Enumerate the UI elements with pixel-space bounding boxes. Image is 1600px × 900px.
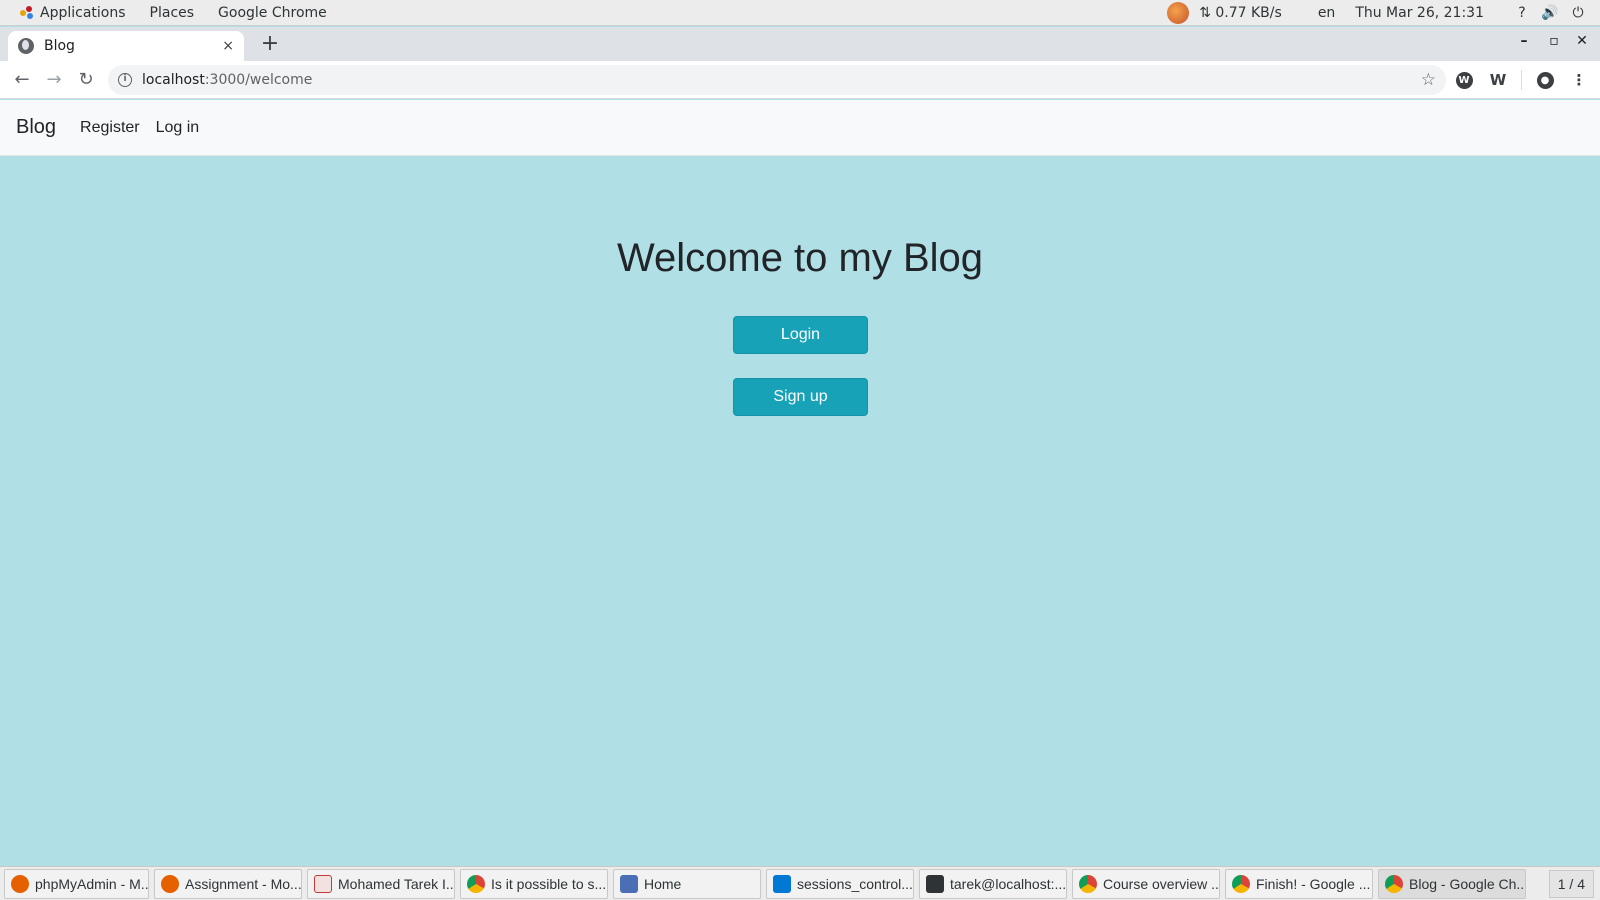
- extension-w-circle-icon[interactable]: W: [1449, 65, 1479, 95]
- chrome-icon: [1232, 874, 1250, 893]
- applications-label: Applications: [40, 4, 126, 21]
- taskbar-item-label: Assignment - Mo...: [185, 875, 302, 892]
- taskbar-item[interactable]: Home: [613, 868, 761, 899]
- system-tray: ⇅ 0.77 KB/s en Thu Mar 26, 21:31 ? 🔊 ⏻: [1167, 0, 1600, 25]
- welcome-section: Welcome to my Blog Login Sign up: [0, 156, 1600, 866]
- taskbar-item-active[interactable]: Blog - Google Ch...: [1378, 868, 1526, 899]
- taskbar-item[interactable]: Is it possible to s...: [460, 868, 608, 899]
- browser-toolbar: ← → ↻ i localhost:3000/welcome ☆ W W ● ⋮: [0, 61, 1600, 99]
- taskbar-item-label: Home: [644, 875, 682, 892]
- browser-tab-blog[interactable]: Blog ×: [8, 31, 244, 61]
- taskbar-item-label: Mohamed Tarek I...: [338, 875, 455, 892]
- taskbar-item[interactable]: sessions_control...: [766, 868, 914, 899]
- extension-w-circle-label: W: [1455, 71, 1473, 89]
- site-navbar: Blog Register Log in: [0, 100, 1600, 156]
- applications-menu[interactable]: Applications: [8, 5, 138, 21]
- profile-icon[interactable]: ●: [1530, 65, 1560, 95]
- places-menu[interactable]: Places: [138, 5, 207, 21]
- taskbar-item[interactable]: Assignment - Mo...: [154, 868, 302, 899]
- taskbar-item[interactable]: phpMyAdmin - M...: [4, 868, 149, 899]
- reload-icon[interactable]: ↻: [70, 64, 102, 96]
- taskbar-item-label: tarek@localhost:...: [950, 875, 1067, 892]
- help-icon[interactable]: ?: [1508, 5, 1536, 21]
- window-list-taskbar: phpMyAdmin - M... Assignment - Mo... Moh…: [0, 866, 1600, 900]
- address-bar[interactable]: i localhost:3000/welcome ☆: [108, 65, 1446, 95]
- clock[interactable]: Thu Mar 26, 21:31: [1355, 5, 1484, 21]
- taskbar-item-label: Blog - Google Ch...: [1409, 875, 1526, 892]
- site-brand-link[interactable]: Blog: [16, 116, 56, 139]
- chrome-icon: [1079, 874, 1097, 893]
- page-title: Welcome to my Blog: [616, 236, 984, 280]
- taskbar-item-label: Is it possible to s...: [491, 875, 607, 892]
- tab-title: Blog: [44, 38, 75, 54]
- browser-tab-strip: Blog × + – ▫ ✕: [0, 27, 1600, 61]
- nav-login-link[interactable]: Log in: [156, 119, 200, 137]
- bookmark-star-icon[interactable]: ☆: [1421, 70, 1436, 90]
- chrome-icon: [467, 874, 485, 893]
- close-window-icon[interactable]: ✕: [1570, 33, 1594, 49]
- taskbar-item[interactable]: Mohamed Tarek I...: [307, 868, 455, 899]
- taskbar-item[interactable]: tarek@localhost:...: [919, 868, 1067, 899]
- tab-close-icon[interactable]: ×: [222, 38, 234, 54]
- url-path: :3000/welcome: [204, 72, 313, 88]
- back-icon[interactable]: ←: [6, 64, 38, 96]
- chrome-icon: [1385, 874, 1403, 893]
- power-icon[interactable]: ⏻: [1564, 5, 1592, 21]
- system-top-bar: Applications Places Google Chrome ⇅ 0.77…: [0, 0, 1600, 26]
- chrome-menu-icon[interactable]: ⋮: [1564, 65, 1594, 95]
- extension-w-icon[interactable]: W: [1483, 65, 1513, 95]
- taskbar-item[interactable]: Course overview ...: [1072, 868, 1220, 899]
- network-speed-indicator[interactable]: ⇅ 0.77 KB/s: [1199, 5, 1282, 21]
- nav-register-link[interactable]: Register: [80, 119, 140, 137]
- toolbar-divider: [1521, 70, 1522, 90]
- site-info-icon[interactable]: i: [118, 73, 132, 87]
- vscode-icon: [773, 874, 791, 893]
- taskbar-item-label: sessions_control...: [797, 875, 913, 892]
- extension-icon[interactable]: [1167, 1, 1190, 24]
- applications-icon: [20, 5, 34, 20]
- taskbar-item-label: Finish! - Google ...: [1256, 875, 1371, 892]
- taskbar-item[interactable]: Finish! - Google ...: [1225, 868, 1373, 899]
- minimize-icon[interactable]: –: [1512, 33, 1536, 49]
- active-app-menu[interactable]: Google Chrome: [206, 5, 339, 21]
- taskbar-item-label: Course overview ...: [1103, 875, 1220, 892]
- url-host: localhost: [142, 72, 205, 88]
- maximize-icon[interactable]: ▫: [1542, 33, 1566, 49]
- profile-avatar: ●: [1536, 71, 1554, 89]
- top-bar-menus: Applications Places Google Chrome: [0, 0, 349, 25]
- firefox-icon: [11, 874, 29, 893]
- keyboard-layout-indicator[interactable]: en: [1318, 5, 1336, 21]
- document-viewer-icon: [314, 874, 332, 893]
- terminal-icon: [926, 874, 944, 893]
- forward-icon[interactable]: →: [38, 64, 70, 96]
- globe-icon: [18, 38, 34, 54]
- taskbar-item-label: phpMyAdmin - M...: [35, 875, 149, 892]
- file-manager-icon: [620, 874, 638, 893]
- login-button[interactable]: Login: [733, 316, 868, 354]
- workspace-switcher[interactable]: 1 / 4: [1548, 869, 1594, 898]
- volume-icon[interactable]: 🔊: [1536, 5, 1564, 21]
- signup-button[interactable]: Sign up: [733, 378, 868, 416]
- toolbar-actions: W W ● ⋮: [1449, 65, 1594, 95]
- new-tab-button[interactable]: +: [258, 32, 282, 56]
- firefox-icon: [161, 874, 179, 893]
